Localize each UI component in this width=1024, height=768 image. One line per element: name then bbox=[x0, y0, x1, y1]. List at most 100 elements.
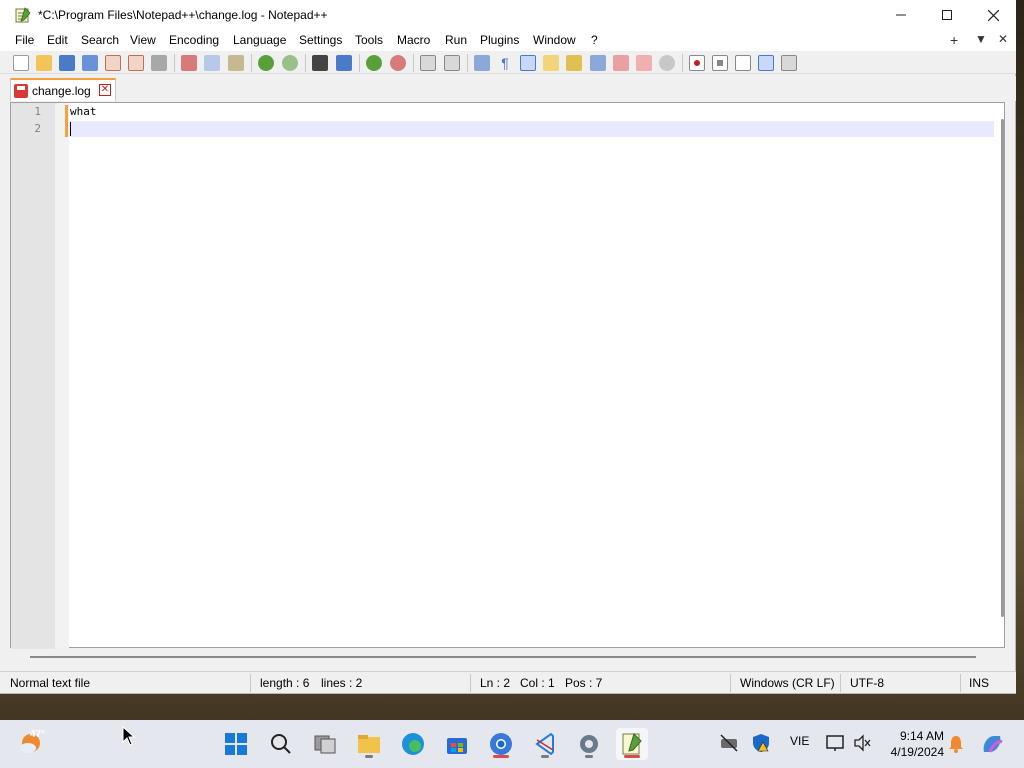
display-icon[interactable] bbox=[826, 734, 846, 752]
chrome-button[interactable] bbox=[485, 728, 517, 760]
status-eol[interactable]: Windows (CR LF) bbox=[740, 676, 835, 690]
menu-view[interactable]: View bbox=[130, 33, 156, 47]
close-file-icon[interactable] bbox=[105, 55, 121, 71]
status-separator bbox=[470, 674, 471, 692]
save-icon[interactable] bbox=[59, 55, 75, 71]
toolbar-separator bbox=[413, 54, 414, 72]
settings-button[interactable] bbox=[573, 728, 605, 760]
notification-bell-icon[interactable] bbox=[947, 734, 965, 754]
running-indicator bbox=[541, 755, 549, 758]
redo-icon[interactable] bbox=[282, 55, 298, 71]
input-language[interactable]: VIE bbox=[790, 734, 809, 748]
menu-edit[interactable]: Edit bbox=[47, 33, 68, 47]
menu-macro[interactable]: Macro bbox=[397, 33, 430, 47]
tab-list-icon[interactable]: ▼ bbox=[975, 32, 987, 46]
cut-icon[interactable] bbox=[181, 55, 197, 71]
task-view-button[interactable] bbox=[309, 728, 341, 760]
running-indicator bbox=[365, 755, 373, 758]
minimize-button[interactable] bbox=[878, 0, 924, 30]
copy-icon[interactable] bbox=[204, 55, 220, 71]
menu-window[interactable]: Window bbox=[533, 33, 576, 47]
notepadpp-taskbar-button[interactable] bbox=[616, 728, 648, 760]
menu-settings[interactable]: Settings bbox=[299, 33, 342, 47]
weather-temperature: 47° bbox=[30, 729, 46, 740]
tab-close-icon[interactable]: ✕ bbox=[99, 84, 111, 96]
line-number: 2 bbox=[34, 122, 41, 135]
status-separator bbox=[730, 674, 731, 692]
security-warning-icon[interactable] bbox=[752, 733, 770, 753]
close-all-icon[interactable] bbox=[128, 55, 144, 71]
volume-muted-icon[interactable] bbox=[853, 734, 871, 752]
clock-date[interactable]: 4/19/2024 bbox=[870, 745, 944, 759]
file-explorer-button[interactable] bbox=[353, 728, 385, 760]
menu-language[interactable]: Language bbox=[233, 33, 286, 47]
find-icon[interactable] bbox=[312, 55, 328, 71]
network-icon[interactable] bbox=[720, 734, 738, 752]
indent-guide-icon[interactable] bbox=[520, 55, 536, 71]
stop-macro-icon[interactable] bbox=[712, 55, 728, 71]
maximize-icon bbox=[942, 10, 952, 20]
play-macro-icon[interactable] bbox=[735, 55, 751, 71]
menu-tools[interactable]: Tools bbox=[355, 33, 383, 47]
record-macro-icon[interactable] bbox=[689, 55, 705, 71]
save-all-icon[interactable] bbox=[82, 55, 98, 71]
tab-bar: change.log ✕ bbox=[0, 76, 1016, 101]
copilot-icon[interactable] bbox=[980, 732, 1004, 756]
tab-change-log[interactable]: change.log ✕ bbox=[10, 78, 116, 101]
print-icon[interactable] bbox=[151, 55, 167, 71]
close-doc-icon[interactable]: ✕ bbox=[998, 32, 1008, 46]
unsaved-file-icon bbox=[14, 84, 28, 98]
fold-margin[interactable] bbox=[55, 103, 69, 649]
add-tab-icon[interactable]: + bbox=[950, 32, 958, 48]
paste-icon[interactable] bbox=[228, 55, 244, 71]
menu-file[interactable]: File bbox=[15, 33, 34, 47]
maximize-button[interactable] bbox=[924, 0, 970, 30]
taskbar: 47° VIE 9:14 AM 4/19/2024 bbox=[0, 720, 1024, 768]
udl-icon[interactable] bbox=[543, 55, 559, 71]
edge-button[interactable] bbox=[397, 728, 429, 760]
zoom-out-icon[interactable] bbox=[390, 55, 406, 71]
clock-time[interactable]: 9:14 AM bbox=[880, 729, 944, 743]
change-history-marker bbox=[65, 105, 68, 137]
menu-search[interactable]: Search bbox=[81, 33, 119, 47]
menu-run[interactable]: Run bbox=[445, 33, 467, 47]
menu-plugins[interactable]: Plugins bbox=[480, 33, 519, 47]
search-button[interactable] bbox=[265, 728, 297, 760]
word-wrap-icon[interactable] bbox=[474, 55, 490, 71]
zoom-in-icon[interactable] bbox=[366, 55, 382, 71]
save-macro-icon[interactable] bbox=[781, 55, 797, 71]
window-title: *C:\Program Files\Notepad++\change.log -… bbox=[38, 8, 328, 22]
horizontal-scrollbar[interactable] bbox=[30, 656, 976, 658]
toolbar-separator bbox=[251, 54, 252, 72]
undo-icon[interactable] bbox=[258, 55, 274, 71]
menu-bar: File Edit Search View Encoding Language … bbox=[0, 30, 1016, 51]
sync-vertical-icon[interactable] bbox=[420, 55, 436, 71]
code-line[interactable]: what bbox=[70, 104, 97, 120]
mouse-pointer-icon bbox=[122, 726, 136, 746]
menu-encoding[interactable]: Encoding bbox=[169, 33, 219, 47]
settings-icon bbox=[580, 735, 598, 753]
show-all-chars-icon[interactable]: ¶ bbox=[497, 55, 513, 71]
function-list-icon[interactable] bbox=[613, 55, 629, 71]
monitoring-icon[interactable] bbox=[659, 55, 675, 71]
menu-help[interactable]: ? bbox=[591, 33, 598, 47]
toolbar-separator bbox=[359, 54, 360, 72]
new-file-icon[interactable] bbox=[13, 55, 29, 71]
sync-horizontal-icon[interactable] bbox=[444, 55, 460, 71]
vertical-scrollbar[interactable] bbox=[1001, 119, 1004, 617]
close-button[interactable] bbox=[970, 0, 1016, 30]
store-button[interactable] bbox=[441, 728, 473, 760]
folder-workspace-icon[interactable] bbox=[636, 55, 652, 71]
title-bar[interactable]: *C:\Program Files\Notepad++\change.log -… bbox=[0, 0, 1016, 30]
vscode-button[interactable] bbox=[529, 728, 561, 760]
doc-list-icon[interactable] bbox=[590, 55, 606, 71]
replace-icon[interactable] bbox=[336, 55, 352, 71]
text-editor[interactable]: 1 2 what bbox=[10, 102, 1005, 649]
open-file-icon[interactable] bbox=[36, 55, 52, 71]
search-icon bbox=[271, 734, 291, 754]
run-macro-multiple-icon[interactable] bbox=[758, 55, 774, 71]
start-button[interactable] bbox=[220, 728, 252, 760]
status-insert-mode[interactable]: INS bbox=[969, 676, 989, 690]
status-encoding[interactable]: UTF-8 bbox=[850, 676, 884, 690]
doc-map-icon[interactable] bbox=[566, 55, 582, 71]
